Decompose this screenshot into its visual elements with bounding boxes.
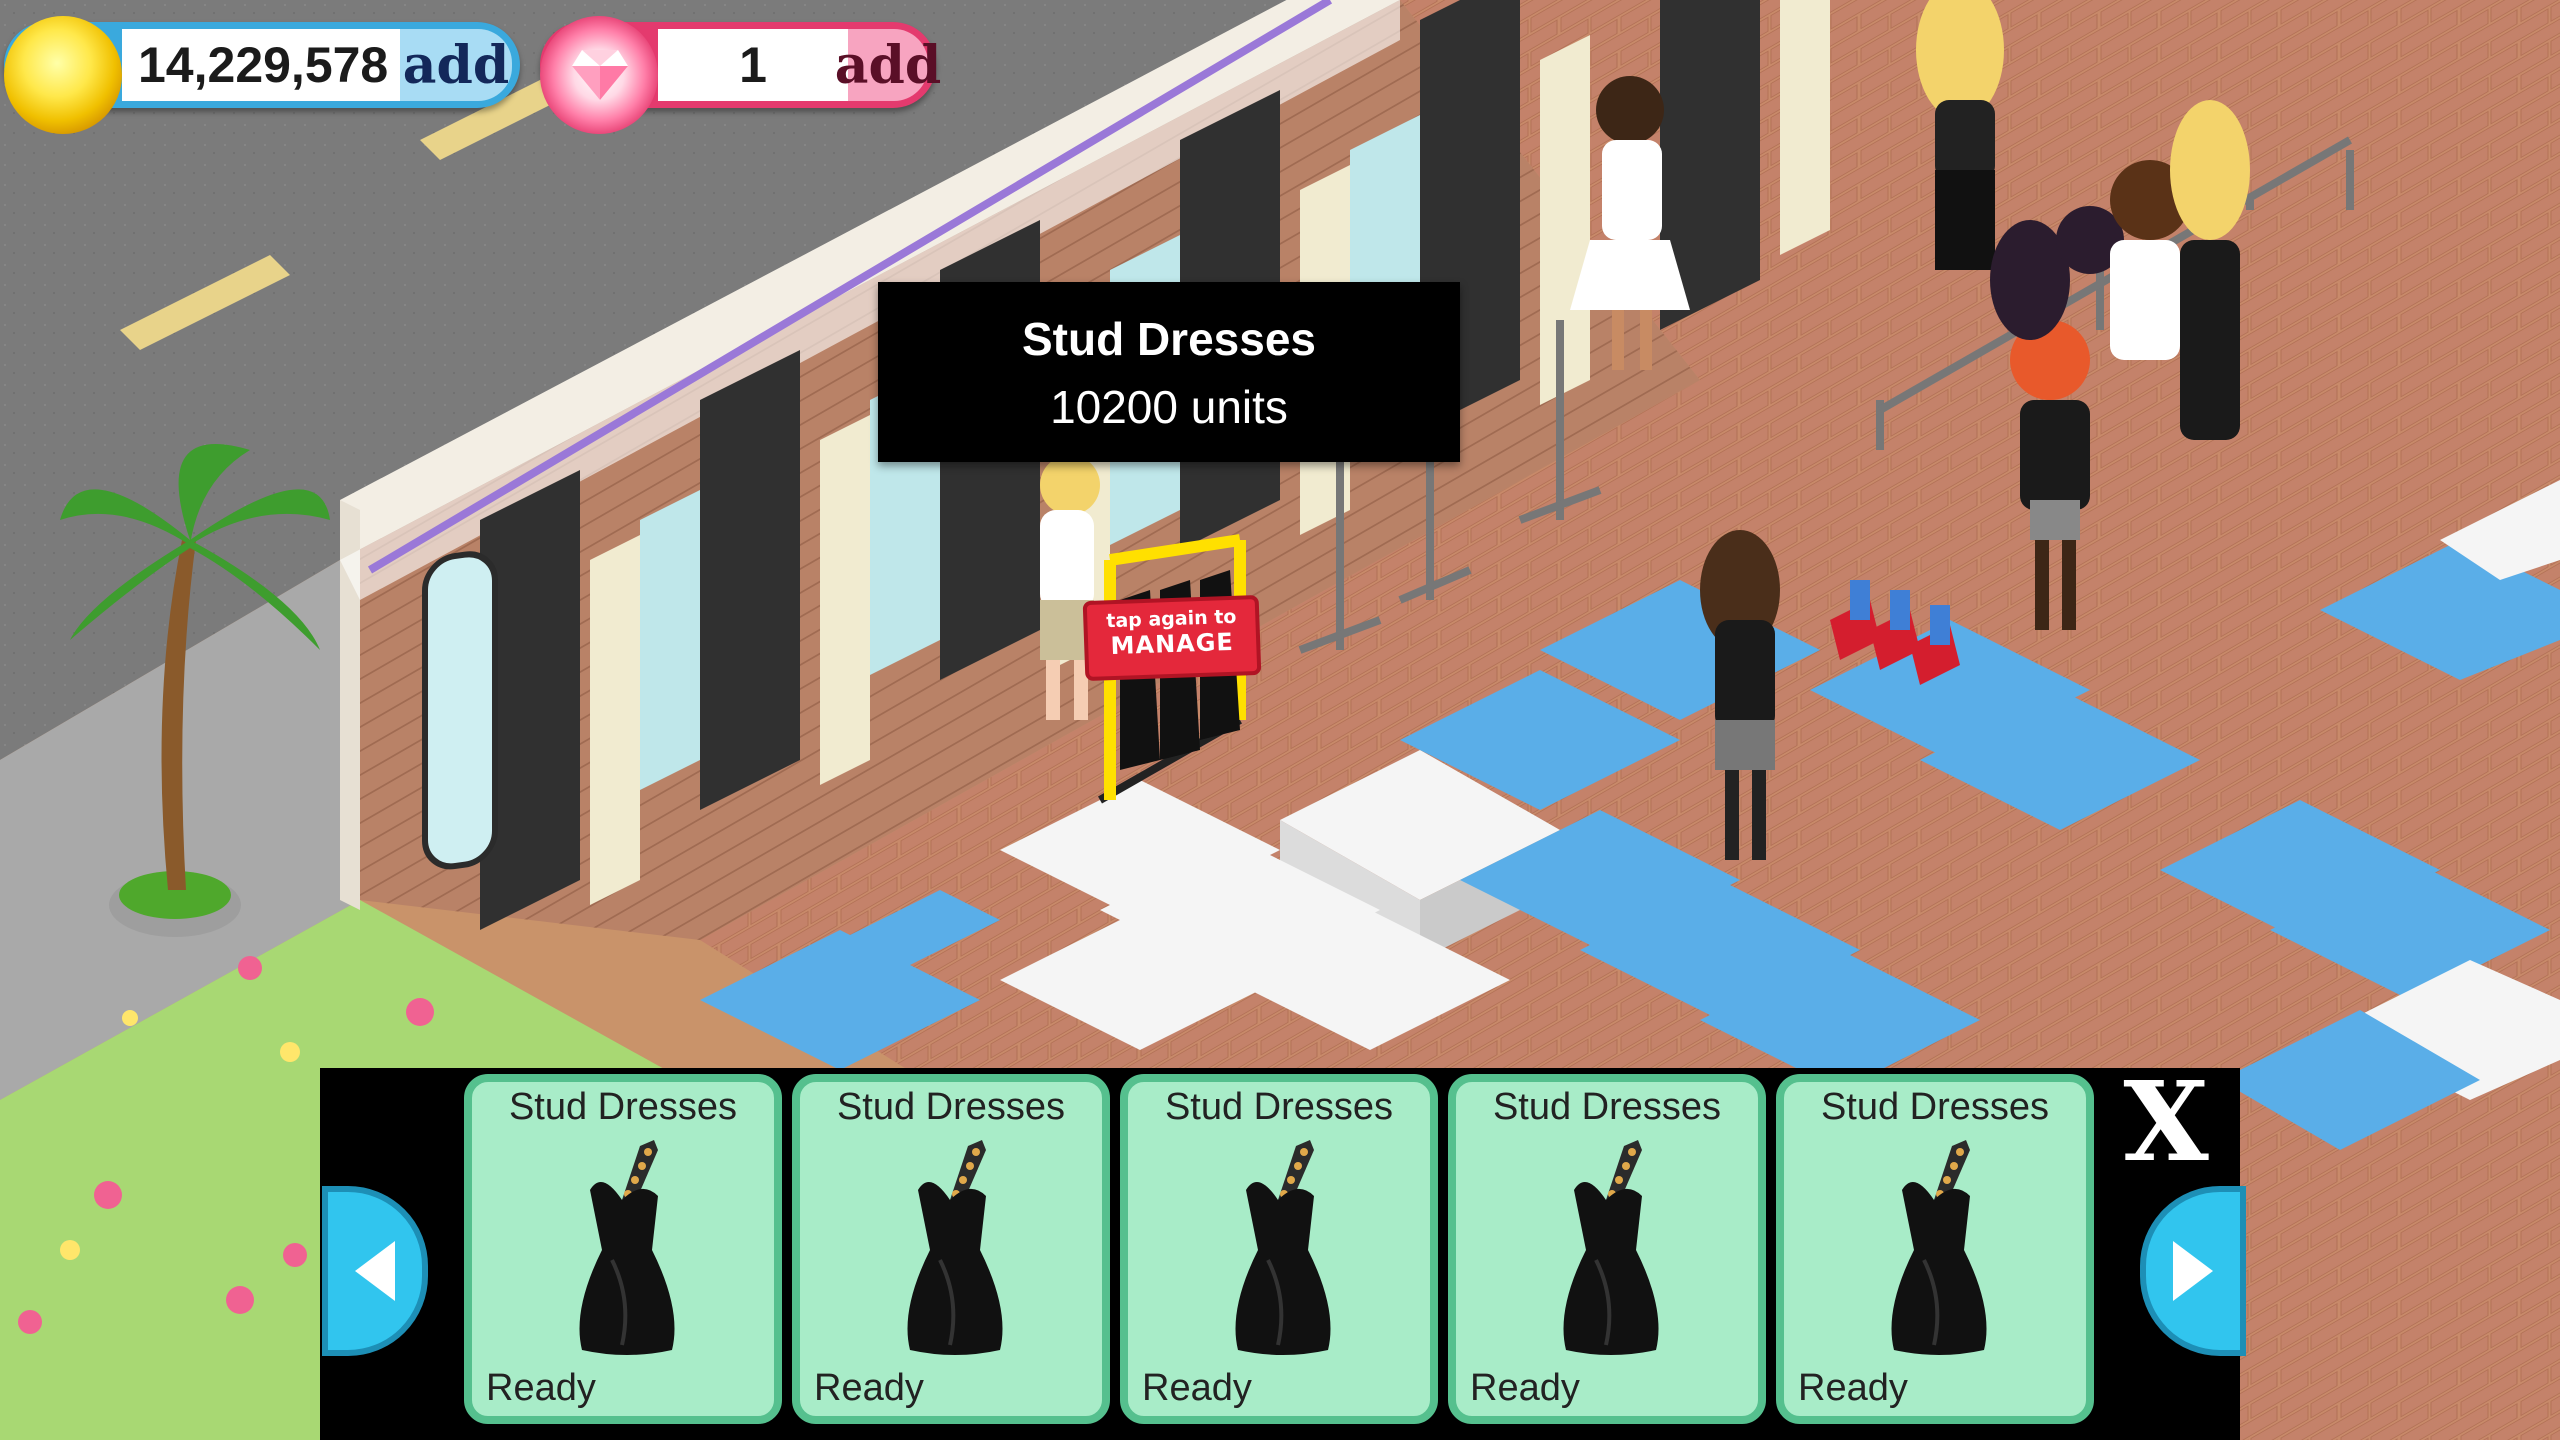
arrow-right-icon (2173, 1241, 2213, 1301)
black-stud-dress-icon (579, 1140, 675, 1355)
coin-balance: 14,229,578 add (4, 16, 520, 134)
card-status: Ready (486, 1367, 596, 1409)
card-status: Ready (814, 1367, 924, 1409)
card-title: Stud Dresses (1820, 1086, 2050, 1128)
gold-coin-icon (4, 16, 122, 134)
card-title: Stud Dresses (508, 1086, 738, 1128)
arrow-left-icon (355, 1241, 395, 1301)
tooltip-units: 10200 units (1050, 381, 1288, 433)
gem-count: 1 (658, 29, 848, 101)
manage-sign[interactable]: tap again to MANAGE (1082, 594, 1262, 682)
tooltip-title: Stud Dresses (1021, 313, 1316, 365)
item-card[interactable]: Stud Dresses Ready (464, 1074, 782, 1424)
card-status: Ready (1470, 1367, 1580, 1409)
black-stud-dress-icon (1563, 1140, 1659, 1355)
coin-count: 14,229,578 (122, 29, 400, 101)
close-panel-button[interactable]: X (2110, 1067, 2222, 1177)
manage-sign-line2: MANAGE (1110, 627, 1235, 661)
pink-diamond-icon (540, 16, 658, 134)
card-title: Stud Dresses (1492, 1086, 1722, 1128)
card-status: Ready (1798, 1367, 1908, 1409)
item-card[interactable]: Stud Dresses Ready (1120, 1074, 1438, 1424)
black-stud-dress-icon (1891, 1140, 1987, 1355)
add-gems-button[interactable]: add (835, 29, 941, 101)
black-stud-dress-icon (907, 1140, 1003, 1355)
item-card[interactable]: Stud Dresses Ready (1776, 1074, 2094, 1424)
diamond-shape (572, 50, 628, 100)
black-stud-dress-icon (1235, 1140, 1331, 1355)
item-tooltip: Stud Dresses 10200 units (878, 282, 1460, 462)
card-title: Stud Dresses (1164, 1086, 1394, 1128)
add-coins-button[interactable]: add (400, 29, 512, 101)
card-title: Stud Dresses (836, 1086, 1066, 1128)
card-status: Ready (1142, 1367, 1252, 1409)
item-card[interactable]: Stud Dresses Ready (1448, 1074, 1766, 1424)
item-card[interactable]: Stud Dresses Ready (792, 1074, 1110, 1424)
gem-balance: 1 add (540, 16, 941, 134)
